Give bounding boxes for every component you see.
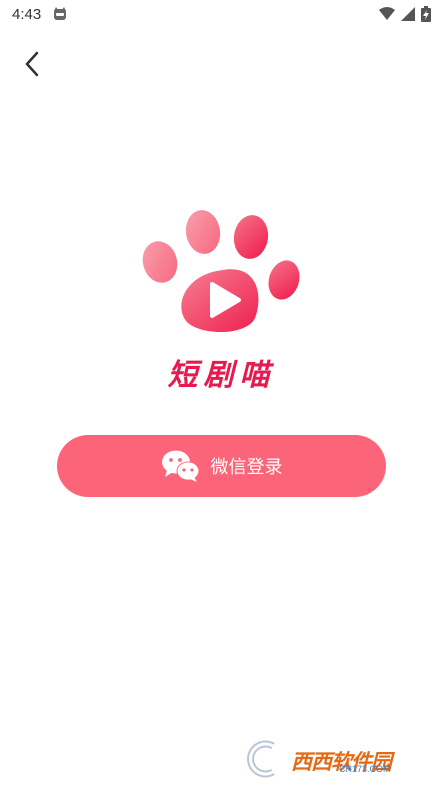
app-name: 短剧喵: [167, 358, 276, 393]
cat-face-icon: [54, 7, 66, 20]
back-button[interactable]: [14, 46, 50, 82]
watermark-url: CR173.COM: [339, 764, 391, 774]
wechat-login-button[interactable]: 微信登录: [57, 435, 386, 497]
wifi-icon: [379, 7, 395, 20]
chevron-left-icon: [25, 51, 39, 77]
status-icons: [379, 5, 431, 23]
signal-icon: [401, 7, 415, 21]
watermark-logo: 西西软件园 CR173.COM: [243, 740, 423, 778]
wechat-login-label: 微信登录: [210, 457, 283, 478]
status-time: 4:43: [12, 6, 42, 23]
wechat-icon: [161, 450, 199, 482]
battery-charging-icon: [421, 6, 431, 22]
status-bar: 4:43: [0, 0, 443, 30]
watermark-c-icon: [247, 740, 275, 778]
paw-play-icon: [142, 210, 300, 333]
